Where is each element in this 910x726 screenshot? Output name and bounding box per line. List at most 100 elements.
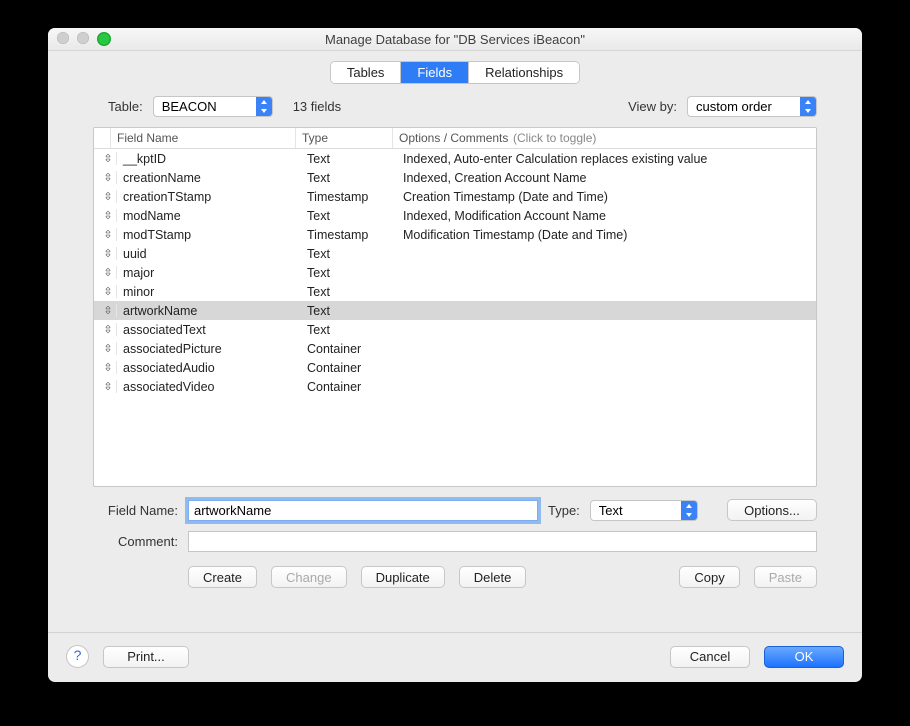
- table-row[interactable]: ⇳modNameTextIndexed, Modification Accoun…: [94, 206, 816, 225]
- comment-input[interactable]: [188, 531, 817, 552]
- cell-options: Modification Timestamp (Date and Time): [397, 228, 816, 242]
- cell-type: Container: [301, 342, 397, 356]
- paste-button[interactable]: Paste: [754, 566, 817, 588]
- drag-handle-icon[interactable]: ⇳: [94, 152, 117, 165]
- viewby-label: View by:: [628, 99, 677, 114]
- drag-handle-icon[interactable]: ⇳: [94, 266, 117, 279]
- drag-handle-icon[interactable]: ⇳: [94, 247, 117, 260]
- window-close-button[interactable]: [57, 32, 69, 44]
- cell-field-name: creationTStamp: [117, 190, 301, 204]
- tab-bar: Tables Fields Relationships: [48, 51, 862, 88]
- drag-handle-icon[interactable]: ⇳: [94, 171, 117, 184]
- copy-button[interactable]: Copy: [679, 566, 739, 588]
- cell-type: Text: [301, 285, 397, 299]
- cell-options: Indexed, Auto-enter Calculation replaces…: [397, 152, 816, 166]
- drag-handle-icon[interactable]: ⇳: [94, 323, 117, 336]
- col-field-name[interactable]: Field Name: [111, 128, 296, 148]
- cell-type: Text: [301, 247, 397, 261]
- delete-button[interactable]: Delete: [459, 566, 527, 588]
- fieldname-input[interactable]: [188, 500, 538, 521]
- cell-field-name: artworkName: [117, 304, 301, 318]
- cell-options: Indexed, Creation Account Name: [397, 171, 816, 185]
- drag-handle-icon[interactable]: ⇳: [94, 361, 117, 374]
- print-button[interactable]: Print...: [103, 646, 189, 668]
- type-label: Type:: [548, 503, 580, 518]
- tab-tables[interactable]: Tables: [331, 62, 402, 83]
- cell-type: Text: [301, 304, 397, 318]
- table-body[interactable]: ⇳__kptIDTextIndexed, Auto-enter Calculat…: [94, 149, 816, 486]
- drag-handle-icon[interactable]: ⇳: [94, 190, 117, 203]
- tab-segmented-control: Tables Fields Relationships: [330, 61, 580, 84]
- viewby-select[interactable]: custom order: [687, 96, 817, 117]
- cell-field-name: creationName: [117, 171, 301, 185]
- cell-field-name: minor: [117, 285, 301, 299]
- ok-button[interactable]: OK: [764, 646, 844, 668]
- table-row[interactable]: ⇳associatedTextText: [94, 320, 816, 339]
- cell-type: Timestamp: [301, 228, 397, 242]
- field-form: Field Name: Type: Text Options... Commen…: [48, 487, 862, 562]
- cell-type: Timestamp: [301, 190, 397, 204]
- cell-options: Creation Timestamp (Date and Time): [397, 190, 816, 204]
- cell-field-name: __kptID: [117, 152, 301, 166]
- cell-field-name: modTStamp: [117, 228, 301, 242]
- cell-field-name: associatedVideo: [117, 380, 301, 394]
- table-header: Field Name Type Options / Comments (Clic…: [94, 128, 816, 149]
- tab-relationships[interactable]: Relationships: [469, 62, 579, 83]
- tab-fields[interactable]: Fields: [401, 62, 469, 83]
- cell-field-name: associatedAudio: [117, 361, 301, 375]
- table-row[interactable]: ⇳__kptIDTextIndexed, Auto-enter Calculat…: [94, 149, 816, 168]
- window-zoom-button[interactable]: [97, 32, 111, 46]
- manage-database-window: Manage Database for "DB Services iBeacon…: [48, 28, 862, 682]
- window-minimize-button[interactable]: [77, 32, 89, 44]
- col-options[interactable]: Options / Comments (Click to toggle): [393, 128, 816, 148]
- table-row[interactable]: ⇳associatedPictureContainer: [94, 339, 816, 358]
- cell-type: Text: [301, 171, 397, 185]
- table-row[interactable]: ⇳creationNameTextIndexed, Creation Accou…: [94, 168, 816, 187]
- cell-type: Text: [301, 152, 397, 166]
- action-buttons: Create Change Duplicate Delete Copy Past…: [48, 562, 862, 588]
- table-row[interactable]: ⇳majorText: [94, 263, 816, 282]
- cancel-button[interactable]: Cancel: [670, 646, 750, 668]
- drag-handle-icon[interactable]: ⇳: [94, 380, 117, 393]
- cell-type: Text: [301, 323, 397, 337]
- table-row[interactable]: ⇳associatedAudioContainer: [94, 358, 816, 377]
- create-button[interactable]: Create: [188, 566, 257, 588]
- drag-handle-icon[interactable]: ⇳: [94, 228, 117, 241]
- drag-handle-icon[interactable]: ⇳: [94, 304, 117, 317]
- table-label: Table:: [108, 99, 143, 114]
- table-row[interactable]: ⇳artworkNameText: [94, 301, 816, 320]
- cell-field-name: uuid: [117, 247, 301, 261]
- fields-table: Field Name Type Options / Comments (Clic…: [93, 127, 817, 487]
- titlebar: Manage Database for "DB Services iBeacon…: [48, 28, 862, 51]
- type-select[interactable]: Text: [590, 500, 698, 521]
- drag-handle-icon[interactable]: ⇳: [94, 342, 117, 355]
- table-select[interactable]: BEACON: [153, 96, 273, 117]
- col-type[interactable]: Type: [296, 128, 393, 148]
- table-row[interactable]: ⇳modTStampTimestampModification Timestam…: [94, 225, 816, 244]
- cell-field-name: major: [117, 266, 301, 280]
- field-count: 13 fields: [293, 99, 341, 114]
- cell-type: Container: [301, 361, 397, 375]
- cell-field-name: modName: [117, 209, 301, 223]
- window-title: Manage Database for "DB Services iBeacon…: [48, 32, 862, 47]
- table-row[interactable]: ⇳uuidText: [94, 244, 816, 263]
- table-row[interactable]: ⇳associatedVideoContainer: [94, 377, 816, 396]
- duplicate-button[interactable]: Duplicate: [361, 566, 445, 588]
- top-controls: Table: BEACON 13 fields View by: custom …: [48, 88, 862, 123]
- options-button[interactable]: Options...: [727, 499, 817, 521]
- cell-type: Container: [301, 380, 397, 394]
- drag-handle-icon[interactable]: ⇳: [94, 209, 117, 222]
- cell-field-name: associatedPicture: [117, 342, 301, 356]
- fieldname-label: Field Name:: [93, 503, 178, 518]
- cell-field-name: associatedText: [117, 323, 301, 337]
- table-row[interactable]: ⇳minorText: [94, 282, 816, 301]
- cell-type: Text: [301, 266, 397, 280]
- comment-label: Comment:: [93, 534, 178, 549]
- change-button[interactable]: Change: [271, 566, 347, 588]
- cell-type: Text: [301, 209, 397, 223]
- drag-handle-icon[interactable]: ⇳: [94, 285, 117, 298]
- table-row[interactable]: ⇳creationTStampTimestampCreation Timesta…: [94, 187, 816, 206]
- dialog-footer: ? Print... Cancel OK: [48, 632, 862, 682]
- help-button[interactable]: ?: [66, 645, 89, 668]
- cell-options: Indexed, Modification Account Name: [397, 209, 816, 223]
